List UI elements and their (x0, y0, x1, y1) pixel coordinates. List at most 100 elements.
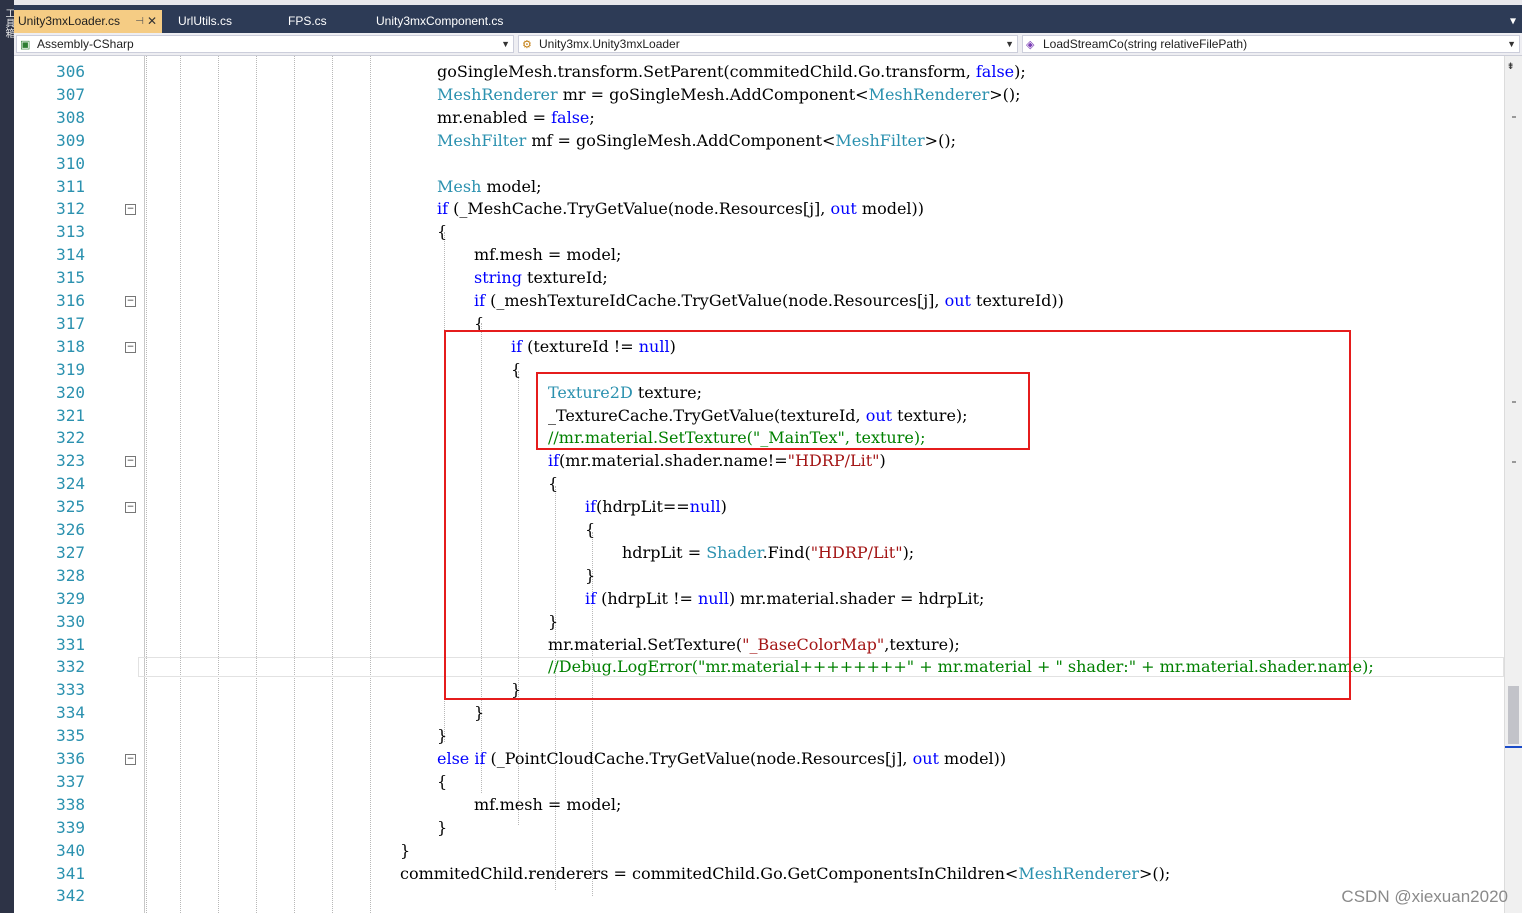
code-token: { (437, 222, 448, 242)
line-number: 342 (56, 886, 85, 906)
close-icon[interactable]: ✕ (147, 10, 157, 33)
tab-list-dropdown-icon[interactable]: ▼ (1510, 10, 1516, 33)
code-line[interactable]: } (474, 702, 484, 725)
code-token: false (551, 107, 590, 127)
code-line[interactable]: else if (_PointCloudCache.TryGetValue(no… (437, 748, 1006, 771)
indent-guide (180, 56, 181, 913)
code-token: MeshRenderer (868, 84, 990, 104)
code-line[interactable]: commitedChild.renderers = commitedChild.… (400, 863, 1170, 886)
line-number: 329 (56, 588, 85, 608)
csharp-project-icon: ▣ (20, 39, 31, 51)
line-number: 340 (56, 840, 85, 860)
collapse-icon[interactable]: − (125, 341, 136, 353)
code-token: else (437, 749, 470, 768)
code-line[interactable]: } (437, 817, 447, 840)
line-number: 312 (56, 199, 85, 219)
code-token: if (474, 291, 486, 310)
tab-unity3mxloader[interactable]: Unity3mxLoader.cs ⊣ ✕ (14, 10, 162, 33)
toolbox-strip[interactable]: 工具箱 (0, 0, 14, 913)
scrollbar-thumb[interactable] (1508, 686, 1519, 744)
line-number: 333 (56, 680, 85, 700)
tab-bar-top-border (14, 0, 1522, 5)
line-number: 334 (56, 703, 85, 723)
tab-fps[interactable]: FPS.cs (284, 10, 374, 33)
chevron-down-icon[interactable]: ▼ (1507, 36, 1516, 52)
code-token: mr.enabled = (437, 107, 552, 127)
code-token: mf.mesh = model; (474, 245, 622, 265)
code-token: } (400, 840, 411, 860)
code-token: false (975, 62, 1015, 81)
collapse-icon[interactable]: − (125, 204, 136, 216)
indent-guide (332, 56, 333, 913)
indent-guide (294, 56, 295, 913)
line-number: 313 (56, 222, 85, 242)
code-token: out (912, 749, 939, 768)
code-token: model)) (938, 749, 1007, 768)
code-line[interactable]: if (_MeshCache.TryGetValue(node.Resource… (437, 198, 924, 221)
code-token: textureId; (521, 268, 608, 288)
code-line[interactable]: mr.enabled = false; (437, 107, 595, 130)
code-line[interactable]: Mesh model; (437, 176, 541, 199)
indent-guide (370, 56, 371, 913)
code-line[interactable]: if (_meshTextureIdCache.TryGetValue(node… (474, 290, 1064, 313)
code-token: model; (481, 176, 542, 196)
line-number: 339 (56, 817, 85, 837)
line-number: 326 (56, 520, 85, 539)
member-selector[interactable]: ◈ LoadStreamCo(string relativeFilePath) … (1022, 35, 1520, 53)
code-line[interactable]: goSingleMesh.transform.SetParent(commite… (437, 61, 1026, 84)
line-number: 331 (56, 634, 85, 654)
project-selector[interactable]: ▣ Assembly-CSharp ▼ (16, 35, 514, 53)
scrollbar-marker (1512, 401, 1516, 403)
code-token: ); (1014, 62, 1026, 81)
tab-urlutils[interactable]: UrlUtils.cs (174, 10, 284, 33)
chevron-down-icon[interactable]: ▼ (501, 36, 510, 52)
code-line[interactable]: { (437, 771, 447, 794)
vertical-scrollbar[interactable]: ⇟ (1504, 56, 1522, 913)
type-selector[interactable]: ⚙ Unity3mx.Unity3mxLoader ▼ (518, 35, 1018, 53)
code-token: mf = goSingleMesh.AddComponent< (526, 130, 836, 150)
code-token: out (830, 199, 857, 219)
chevron-down-icon[interactable]: ▼ (1005, 36, 1014, 52)
line-number: 335 (56, 726, 85, 746)
collapse-icon[interactable]: − (125, 502, 136, 514)
highlight-box-inner (536, 372, 1030, 450)
split-icon[interactable]: ⇟ (1507, 58, 1514, 72)
code-token: MeshFilter (437, 130, 527, 150)
line-number: 323 (56, 451, 85, 471)
code-line[interactable]: { (437, 221, 447, 244)
code-line[interactable]: MeshFilter mf = goSingleMesh.AddComponen… (437, 130, 956, 153)
line-number: 327 (56, 542, 85, 562)
code-token: string (474, 268, 522, 288)
document-tab-bar: Unity3mxLoader.cs ⊣ ✕ UrlUtils.cs FPS.cs… (14, 0, 1522, 33)
line-number: 307 (56, 84, 85, 104)
code-line[interactable]: MeshRenderer mr = goSingleMesh.AddCompon… (437, 84, 1021, 107)
pin-icon[interactable]: ⊣ (135, 10, 144, 33)
code-token: Mesh (437, 176, 482, 196)
line-number: 325 (56, 497, 85, 517)
code-line[interactable]: string textureId; (474, 267, 608, 290)
line-number: 318 (56, 336, 85, 356)
code-line[interactable]: } (400, 840, 410, 863)
line-number: 332 (56, 657, 85, 677)
code-line[interactable]: } (437, 725, 447, 748)
code-token: } (437, 817, 448, 837)
collapse-icon[interactable]: − (125, 754, 136, 765)
collapse-icon[interactable]: − (125, 296, 136, 307)
line-number: 308 (56, 107, 85, 127)
indent-guide (218, 56, 219, 913)
line-number: 316 (56, 291, 85, 310)
line-number: 309 (56, 130, 85, 150)
method-icon: ◈ (1026, 39, 1035, 51)
code-editor[interactable]: 306 goSingleMesh.transform.SetParent(comm… (14, 56, 1504, 913)
tab-label: Unity3mxComponent.cs (376, 14, 504, 28)
tab-unity3mxcomponent[interactable]: Unity3mxComponent.cs (372, 10, 552, 33)
member-name: LoadStreamCo(string relativeFilePath) (1043, 37, 1248, 51)
navigation-bar: ▣ Assembly-CSharp ▼ ⚙ Unity3mx.Unity3mxL… (14, 33, 1522, 56)
line-number: 306 (56, 62, 85, 81)
scrollbar-marker (1512, 116, 1516, 118)
collapse-icon[interactable]: − (125, 456, 136, 468)
gutter-separator (144, 56, 145, 913)
code-line[interactable]: mf.mesh = model; (474, 244, 621, 267)
code-line[interactable]: mf.mesh = model; (474, 794, 621, 817)
scrollbar-marker (1512, 461, 1516, 463)
